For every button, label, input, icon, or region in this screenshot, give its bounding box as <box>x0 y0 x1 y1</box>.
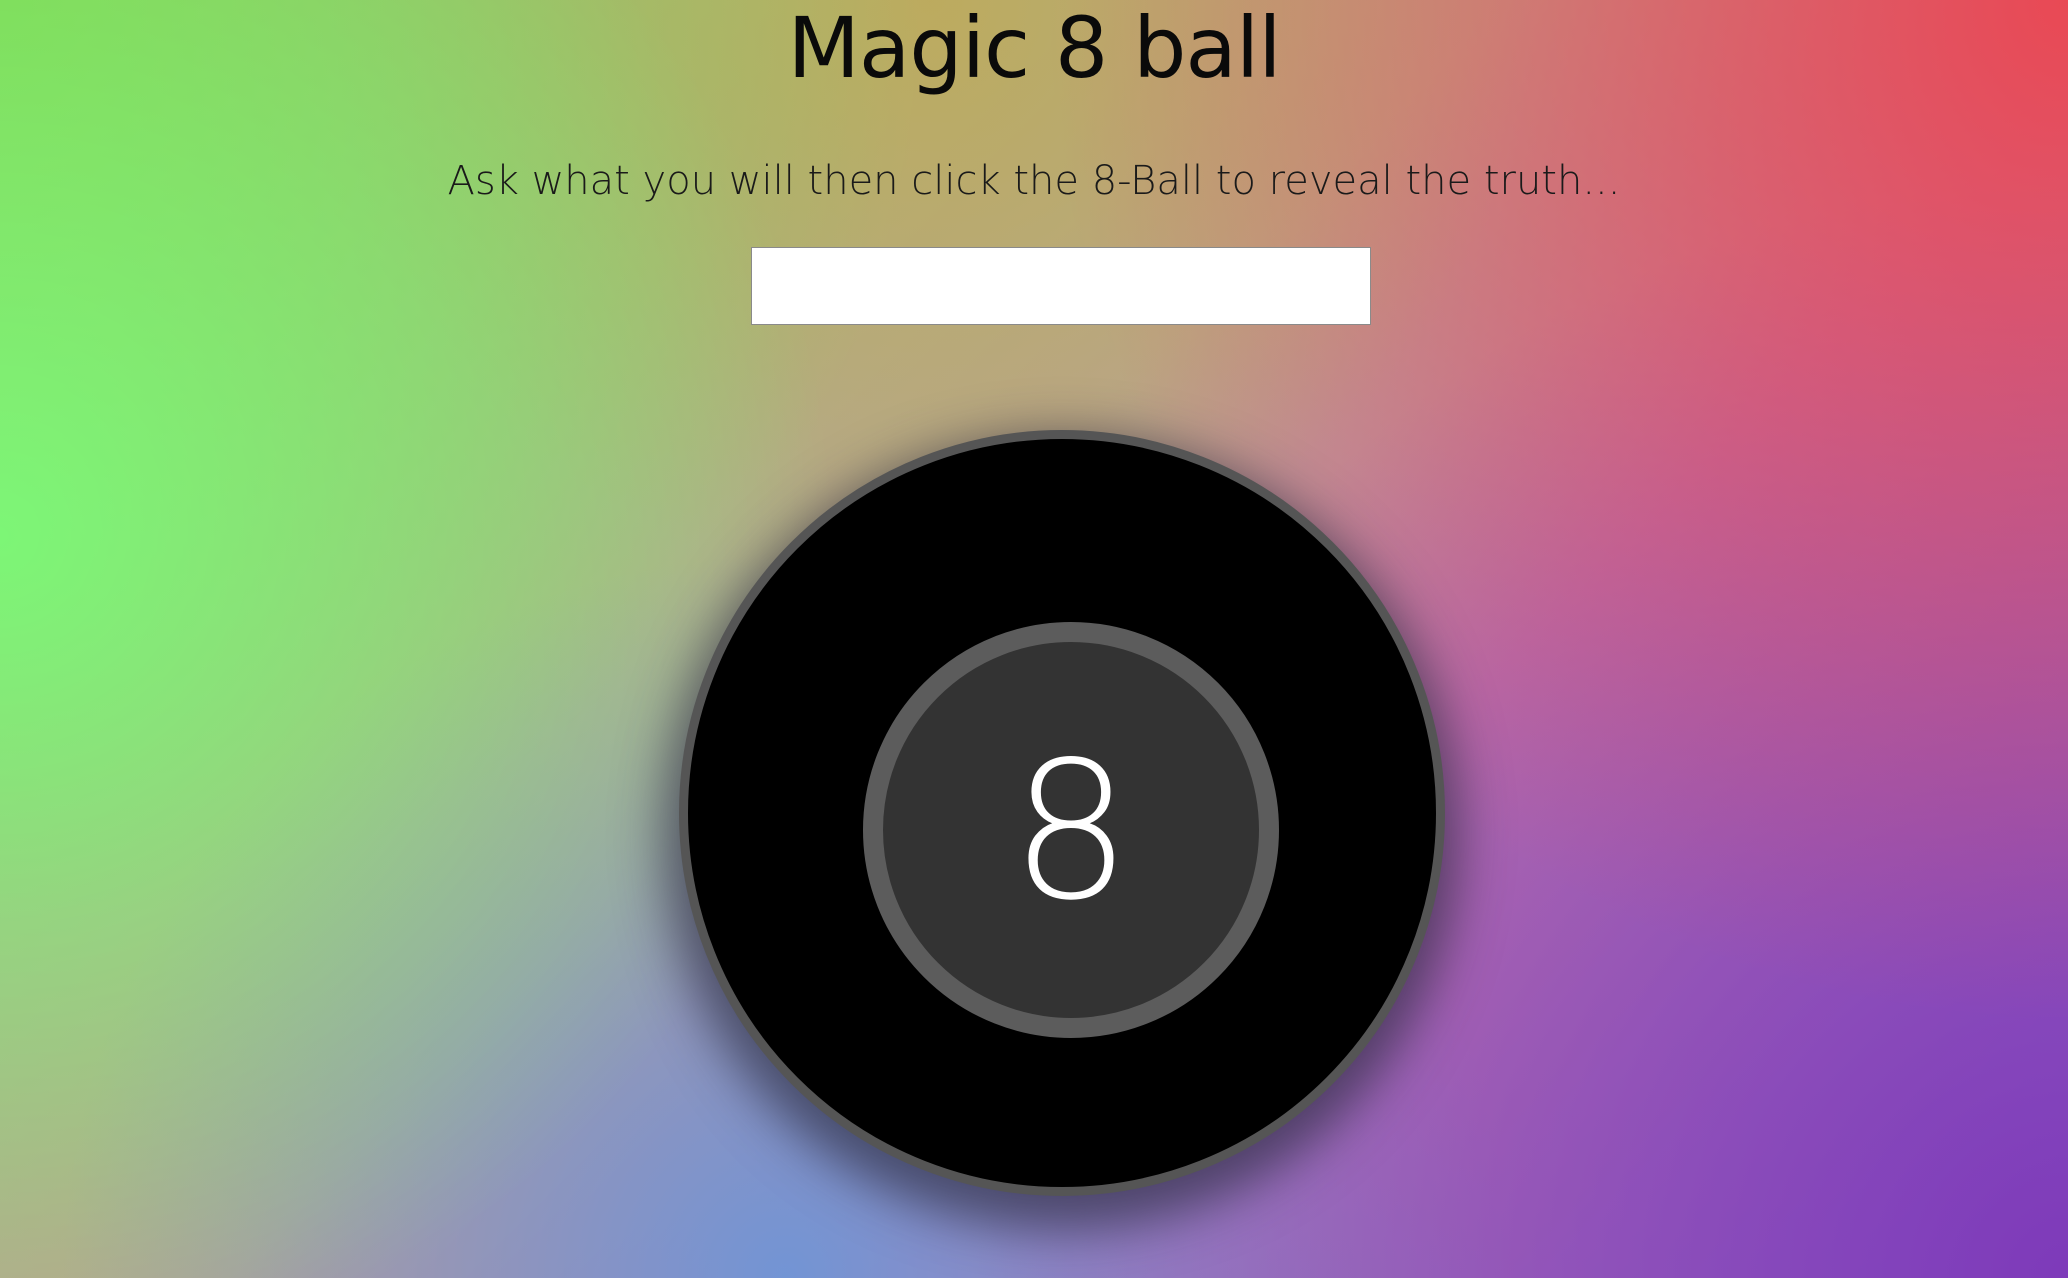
answer-window: 8 <box>863 622 1279 1038</box>
question-input[interactable] <box>751 247 1371 325</box>
magic-8-ball[interactable]: 8 <box>679 430 1445 1196</box>
window-number: 8 <box>1010 721 1132 942</box>
page-title: Magic 8 ball <box>787 0 1281 97</box>
instructions-text: Ask what you will then click the 8-Ball … <box>447 158 1621 204</box>
